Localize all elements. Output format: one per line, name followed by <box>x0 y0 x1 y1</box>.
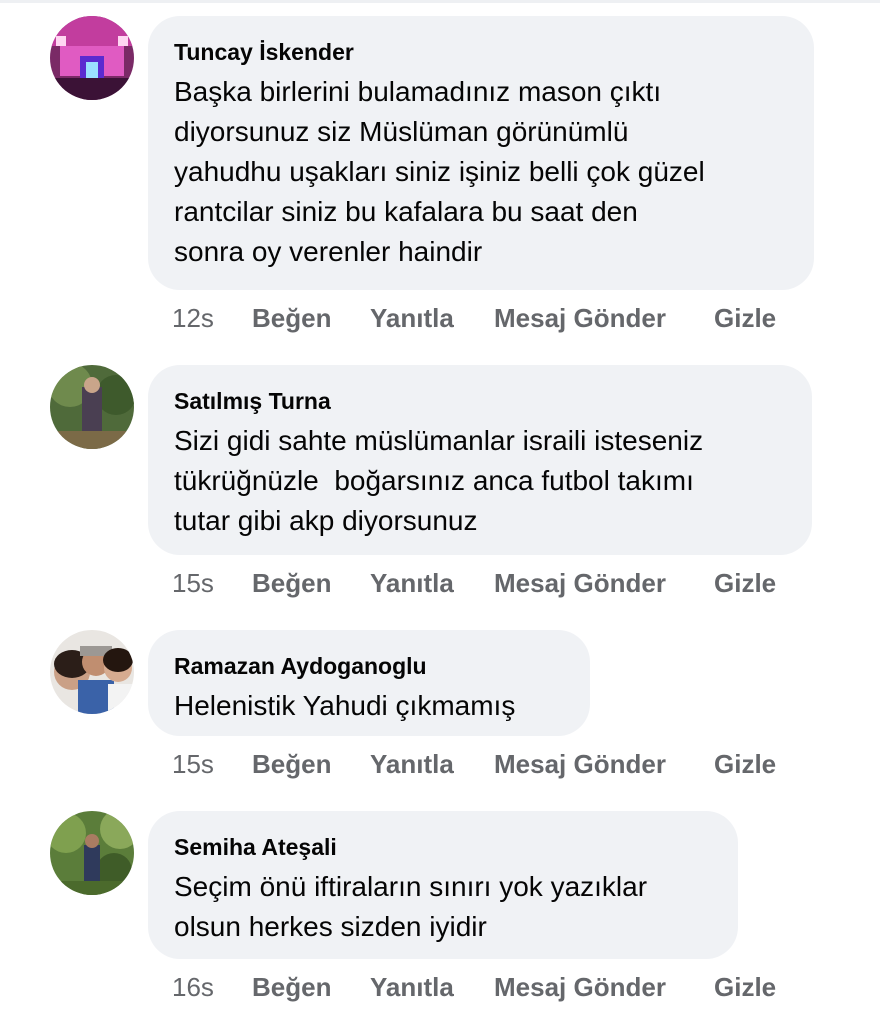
comment-bubble: Ramazan Aydoganoglu Helenistik Yahudi çı… <box>148 630 590 736</box>
hide-button[interactable]: Gizle <box>714 972 776 1002</box>
send-message-button[interactable]: Mesaj Gönder <box>494 568 666 598</box>
comment-author[interactable]: Semiha Ateşali <box>174 833 712 861</box>
reply-button[interactable]: Yanıtla <box>370 303 454 333</box>
send-message-button[interactable]: Mesaj Gönder <box>494 303 666 333</box>
comment-text: Sizi gidi sahte müslümanlar israili iste… <box>174 425 704 536</box>
like-button[interactable]: Beğen <box>252 749 331 779</box>
hide-button[interactable]: Gizle <box>714 568 776 598</box>
reply-button[interactable]: Yanıtla <box>370 749 454 779</box>
avatar[interactable] <box>50 16 134 100</box>
comment-time[interactable]: 15s <box>172 568 214 598</box>
send-message-button[interactable]: Mesaj Gönder <box>494 972 666 1002</box>
comment-bubble: Tuncay İskender Başka birlerini bulamadı… <box>148 16 814 290</box>
comment-text: Seçim önü iftiraların sınırı yok yazıkla… <box>174 871 648 942</box>
comment-time[interactable]: 15s <box>172 749 214 779</box>
avatar[interactable] <box>50 365 134 449</box>
reply-button[interactable]: Yanıtla <box>370 568 454 598</box>
reply-button[interactable]: Yanıtla <box>370 972 454 1002</box>
avatar[interactable] <box>50 811 134 895</box>
avatar[interactable] <box>50 630 134 714</box>
comment-bubble: Semiha Ateşali Seçim önü iftiraların sın… <box>148 811 738 959</box>
comment-text: Helenistik Yahudi çıkmamış <box>174 690 516 721</box>
like-button[interactable]: Beğen <box>252 568 331 598</box>
comment-time[interactable]: 12s <box>172 303 214 333</box>
comment-bubble: Satılmış Turna Sizi gidi sahte müslümanl… <box>148 365 812 555</box>
comment-author[interactable]: Ramazan Aydoganoglu <box>174 652 564 680</box>
comment-time[interactable]: 16s <box>172 972 214 1002</box>
comment-text: Başka birlerini bulamadınız mason çıktı … <box>174 76 705 267</box>
hide-button[interactable]: Gizle <box>714 749 776 779</box>
send-message-button[interactable]: Mesaj Gönder <box>494 749 666 779</box>
hide-button[interactable]: Gizle <box>714 303 776 333</box>
like-button[interactable]: Beğen <box>252 303 331 333</box>
comment-author[interactable]: Tuncay İskender <box>174 38 788 66</box>
like-button[interactable]: Beğen <box>252 972 331 1002</box>
top-divider <box>0 0 880 3</box>
comment-author[interactable]: Satılmış Turna <box>174 387 786 415</box>
